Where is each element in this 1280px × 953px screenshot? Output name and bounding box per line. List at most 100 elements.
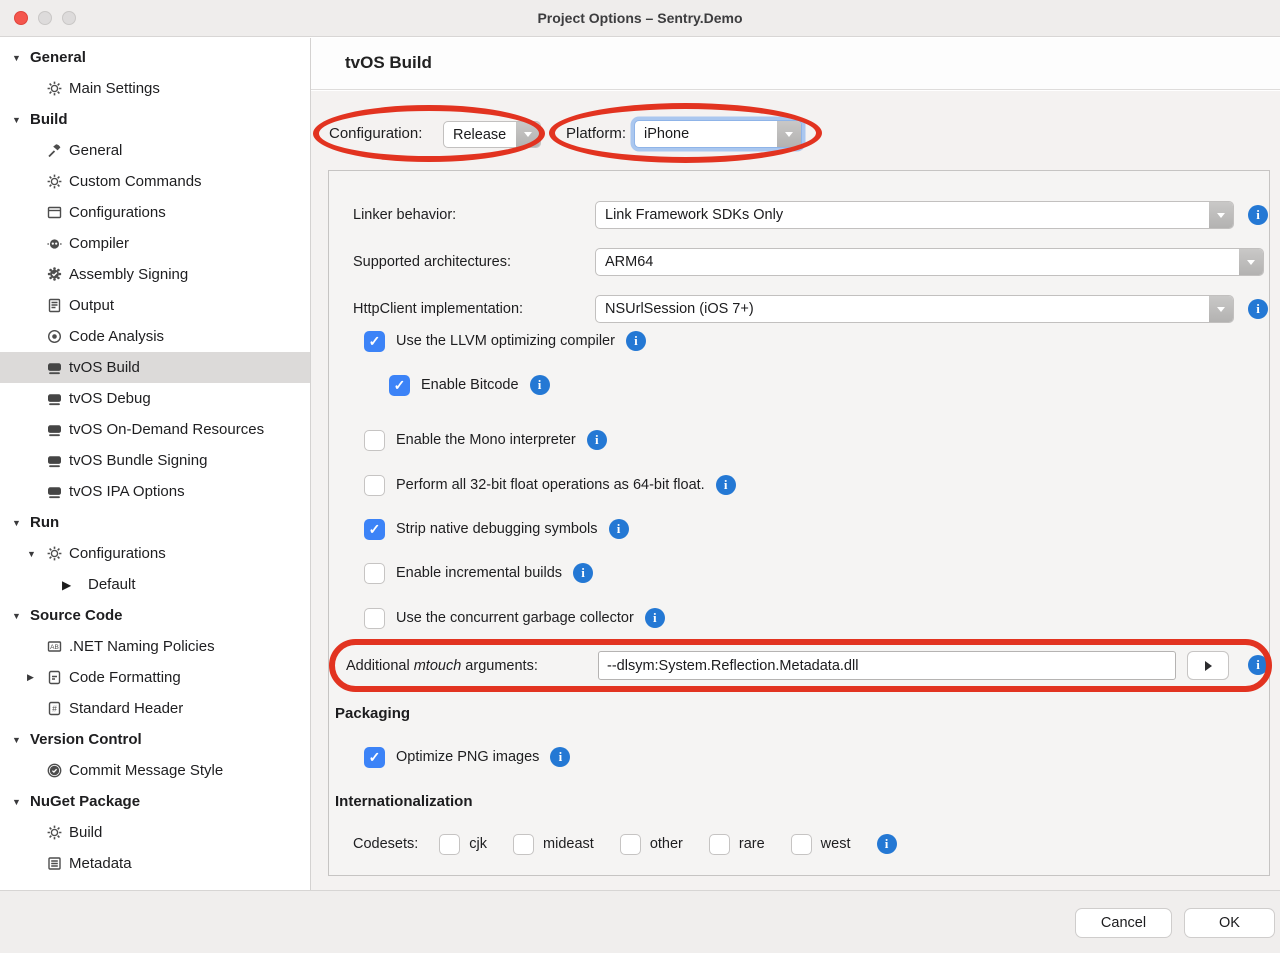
httpclient-implementation-value: NSUrlSession (iOS 7+)	[596, 301, 1209, 317]
sidebar-item-source-code[interactable]: ▼Source Code	[0, 600, 310, 631]
doc-dash-icon	[46, 669, 63, 686]
page-title: tvOS Build	[345, 53, 432, 73]
configuration-dropdown[interactable]: Release	[443, 121, 541, 148]
use-the-llvm-optimizing-compiler-checkbox[interactable]: ✓	[364, 331, 385, 352]
enable-bitcode-checkbox[interactable]: ✓	[389, 375, 410, 396]
chevron-down-icon[interactable]	[777, 121, 801, 147]
ab-box-icon: AB	[46, 638, 63, 655]
row-httpclient-implementation: HttpClient implementation:NSUrlSession (…	[329, 295, 1269, 323]
sidebar-item-build[interactable]: ▼Build	[0, 104, 310, 135]
mtouch-arguments-label: Additional mtouch arguments:	[346, 651, 538, 681]
sidebar-item-label: Version Control	[30, 731, 142, 748]
sidebar-item-main-settings[interactable]: Main Settings	[0, 73, 310, 104]
ok-button[interactable]: OK	[1184, 908, 1275, 938]
sidebar-item-build[interactable]: Build	[0, 817, 310, 848]
supported-architectures-label: Supported architectures:	[353, 248, 511, 276]
use-the-concurrent-garbage-collector-checkbox[interactable]	[364, 608, 385, 629]
info-icon[interactable]: i	[609, 519, 629, 539]
expand-arguments-button[interactable]	[1187, 651, 1229, 680]
sidebar-item-label: Build	[69, 824, 102, 841]
sidebar-item-standard-header[interactable]: #Standard Header	[0, 693, 310, 724]
chevron-down-icon[interactable]: ▼	[12, 735, 30, 745]
sidebar-item-configurations[interactable]: ▼ Configurations	[0, 538, 310, 569]
info-icon[interactable]: i	[530, 375, 550, 395]
platform-dropdown[interactable]: iPhone	[634, 120, 802, 148]
check-circle-icon	[46, 762, 63, 779]
codeset-west-checkbox[interactable]	[791, 834, 812, 855]
enable-incremental-builds-checkbox[interactable]	[364, 563, 385, 584]
info-icon[interactable]: i	[877, 834, 897, 854]
chevron-down-icon[interactable]: ▼	[12, 115, 30, 125]
info-icon[interactable]: i	[587, 430, 607, 450]
sidebar-item-metadata[interactable]: Metadata	[0, 848, 310, 879]
sidebar-item-commit-message-style[interactable]: Commit Message Style	[0, 755, 310, 786]
info-icon[interactable]: i	[626, 331, 646, 351]
info-icon[interactable]: i	[573, 563, 593, 583]
codeset-mideast-checkbox[interactable]	[513, 834, 534, 855]
sidebar-item-label: Compiler	[69, 235, 129, 252]
sidebar-item-version-control[interactable]: ▼Version Control	[0, 724, 310, 755]
sidebar-item-compiler[interactable]: Compiler	[0, 228, 310, 259]
sidebar-item-label: Default	[88, 576, 136, 593]
play-icon: ▶	[62, 578, 88, 592]
chevron-down-icon[interactable]	[1209, 202, 1233, 228]
mtouch-arguments-input[interactable]: --dlsym:System.Reflection.Metadata.dll	[598, 651, 1176, 680]
sidebar-item-configurations[interactable]: Configurations	[0, 197, 310, 228]
info-icon[interactable]: i	[1248, 205, 1268, 225]
optimize-png-images-checkbox[interactable]: ✓	[364, 747, 385, 768]
chevron-down-icon[interactable]	[1209, 296, 1233, 322]
cancel-button[interactable]: Cancel	[1075, 908, 1172, 938]
info-icon[interactable]: i	[1248, 299, 1268, 319]
sidebar-item-label: tvOS Build	[69, 359, 140, 376]
sidebar-item-code-analysis[interactable]: Code Analysis	[0, 321, 310, 352]
strip-native-debugging-symbols-label: Strip native debugging symbols	[396, 521, 598, 537]
codesets-row: Codesets:cjkmideastotherrarewesti	[353, 830, 897, 858]
sidebar-item-tvos-ipa-options[interactable]: tvOS IPA Options	[0, 476, 310, 507]
chevron-down-icon[interactable]: ▼	[12, 518, 30, 528]
window-icon	[46, 204, 63, 221]
linker-behavior-dropdown[interactable]: Link Framework SDKs Only	[595, 201, 1234, 229]
info-icon[interactable]: i	[550, 747, 570, 767]
info-icon[interactable]: i	[645, 608, 665, 628]
sidebar-item-run[interactable]: ▼Run	[0, 507, 310, 538]
row-additional-mtouch-arguments: Additional mtouch arguments: --dlsym:Syst…	[329, 651, 1269, 681]
chevron-down-icon[interactable]: ▼	[12, 797, 30, 807]
checkbox-row-enable-incremental-builds: Enable incremental buildsi	[364, 559, 593, 587]
sidebar-item-output[interactable]: Output	[0, 290, 310, 321]
chevron-down-icon[interactable]: ▼	[27, 549, 46, 559]
enable-the-mono-interpreter-checkbox[interactable]	[364, 430, 385, 451]
sidebar-item-general[interactable]: ▼General	[0, 42, 310, 73]
httpclient-implementation-dropdown[interactable]: NSUrlSession (iOS 7+)	[595, 295, 1234, 323]
sidebar-item-label: Run	[30, 514, 59, 531]
chevron-down-icon[interactable]	[1239, 249, 1263, 275]
sidebar-item-label: Configurations	[69, 545, 166, 562]
sidebar-item-tvos-build[interactable]: tvOS Build	[0, 352, 310, 383]
codeset-rare-checkbox[interactable]	[709, 834, 730, 855]
sidebar-item-tvos-bundle-signing[interactable]: tvOS Bundle Signing	[0, 445, 310, 476]
chevron-down-icon[interactable]	[516, 122, 540, 147]
sidebar-item-tvos-debug[interactable]: tvOS Debug	[0, 383, 310, 414]
info-icon[interactable]: i	[716, 475, 736, 495]
sidebar-item-net-naming-policies[interactable]: AB.NET Naming Policies	[0, 631, 310, 662]
sidebar-item-label: Output	[69, 297, 114, 314]
sidebar-item-custom-commands[interactable]: Custom Commands	[0, 166, 310, 197]
supported-architectures-dropdown[interactable]: ARM64	[595, 248, 1264, 276]
codeset-cjk-checkbox[interactable]	[439, 834, 460, 855]
sidebar-item-code-formatting[interactable]: ▶ Code Formatting	[0, 662, 310, 693]
sidebar-item-tvos-on-demand-resources[interactable]: tvOS On-Demand Resources	[0, 414, 310, 445]
sidebar-item-default[interactable]: ▶Default	[0, 569, 310, 600]
strip-native-debugging-symbols-checkbox[interactable]: ✓	[364, 519, 385, 540]
codeset-mideast-label: mideast	[543, 836, 594, 852]
codeset-other-checkbox[interactable]	[620, 834, 641, 855]
chevron-right-icon[interactable]: ▶	[27, 672, 46, 683]
optimize-png-images-label: Optimize PNG images	[396, 749, 539, 765]
perform-all-32-bit-float-operations-as-6-checkbox[interactable]	[364, 475, 385, 496]
chevron-down-icon[interactable]: ▼	[12, 53, 30, 63]
sidebar-item-label: Code Formatting	[69, 669, 181, 686]
sidebar-item-assembly-signing[interactable]: Assembly Signing	[0, 259, 310, 290]
sidebar-item-general[interactable]: General	[0, 135, 310, 166]
chevron-down-icon[interactable]: ▼	[12, 611, 30, 621]
sidebar-item-label: General	[69, 142, 122, 159]
sidebar-item-nuget-package[interactable]: ▼NuGet Package	[0, 786, 310, 817]
info-icon[interactable]: i	[1248, 655, 1268, 675]
